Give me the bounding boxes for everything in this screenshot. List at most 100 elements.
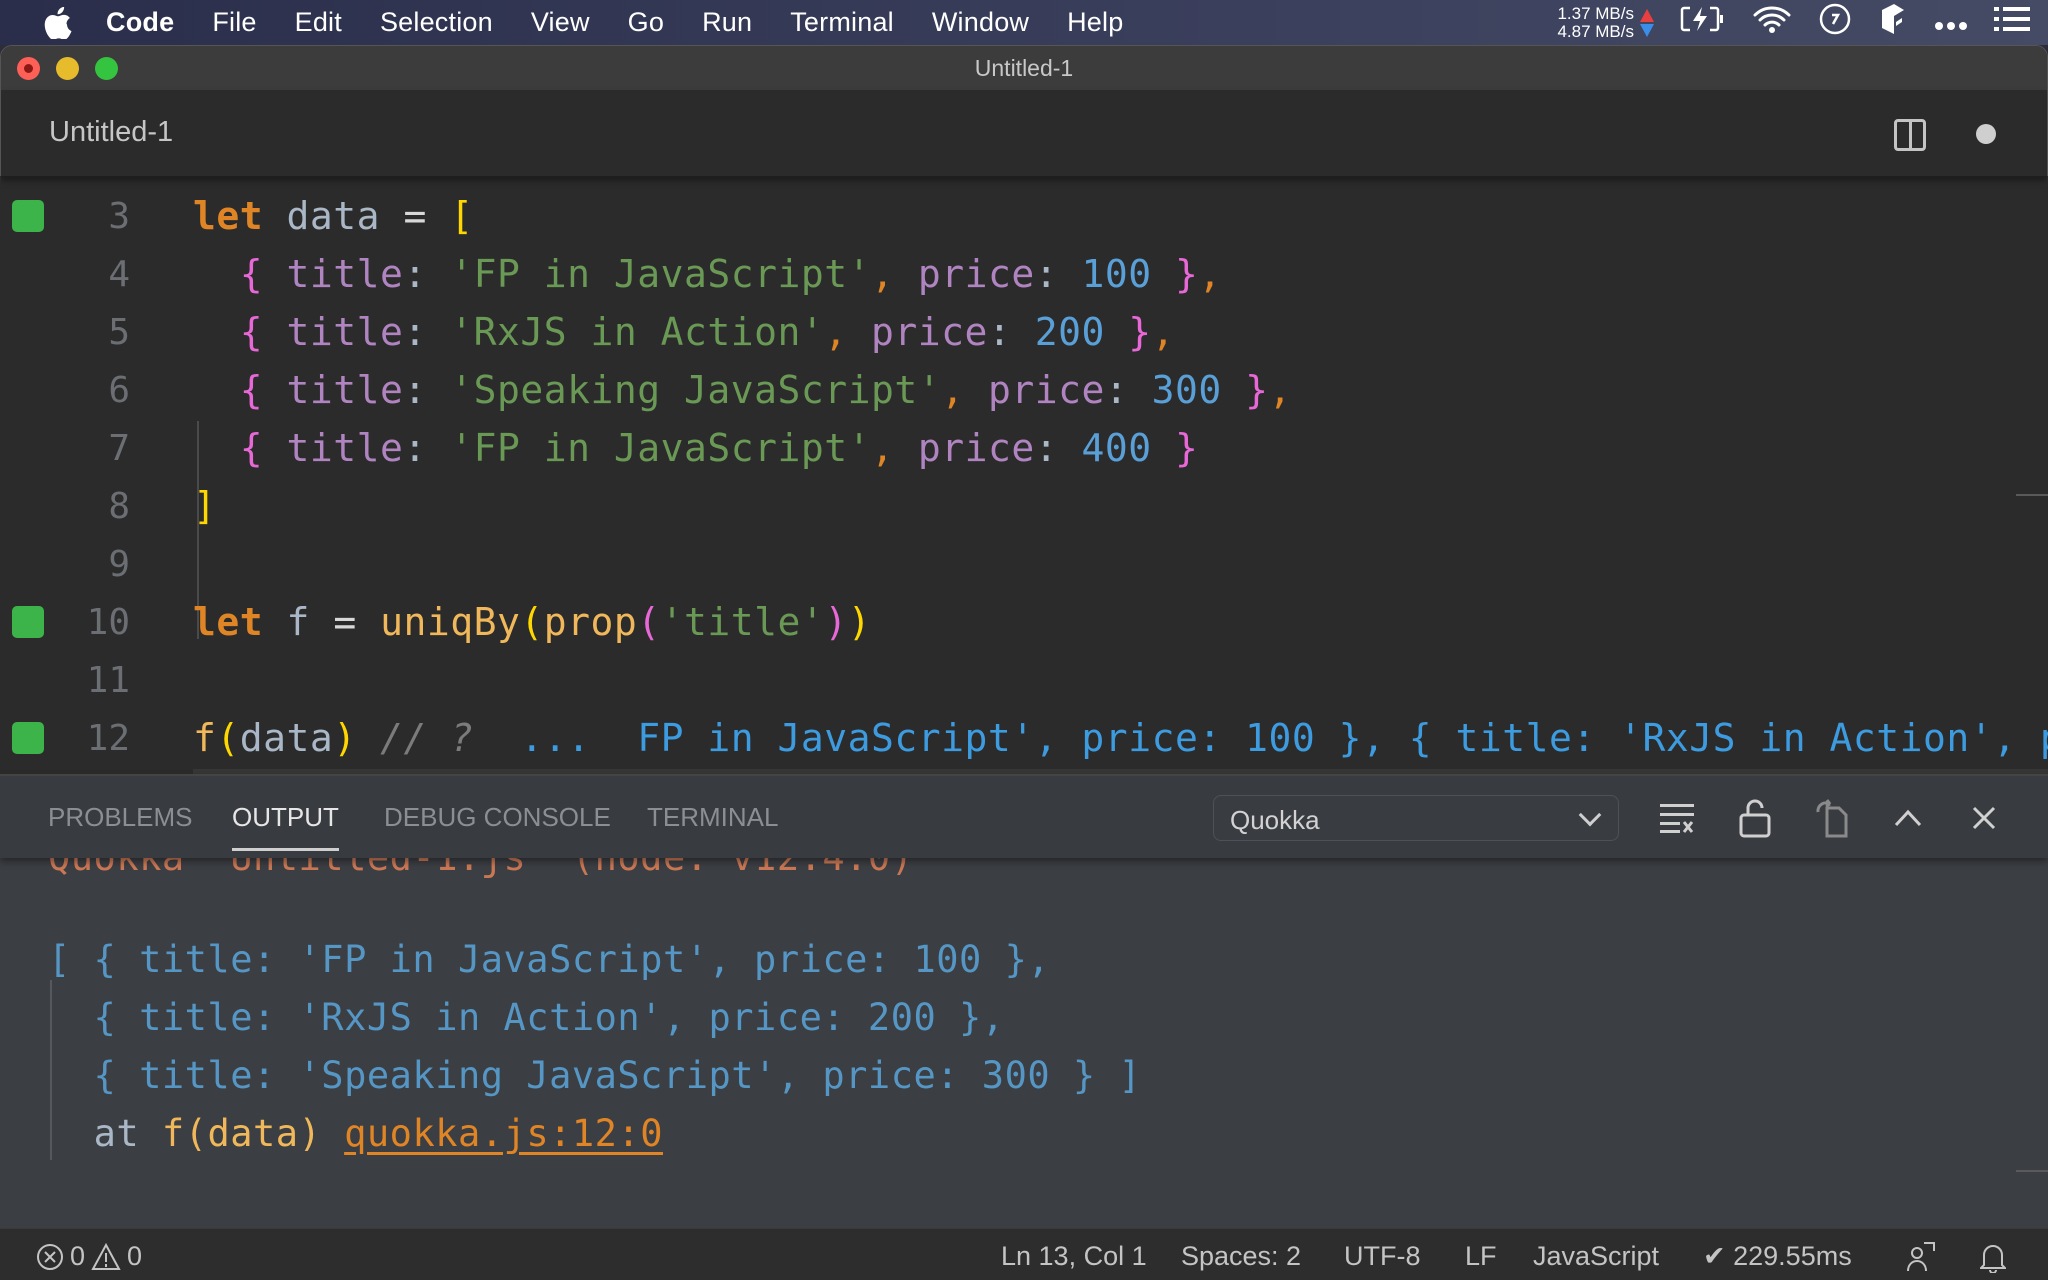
menu-edit[interactable]: Edit	[295, 7, 342, 38]
code-line: 9	[0, 535, 2048, 593]
warning-count: 0	[127, 1241, 143, 1271]
code-line: 6 { title: 'Speaking JavaScript', price:…	[0, 361, 2048, 419]
window-title: Untitled-1	[974, 54, 1074, 81]
code-line: 12 f(data) // ? ... FP in JavaScript', p…	[0, 709, 2048, 767]
close-window-button[interactable]	[17, 57, 40, 80]
code-text: ]	[193, 484, 217, 528]
zoom-window-button[interactable]	[95, 57, 118, 80]
code-text: f(data) // ? ... FP in JavaScript', pric…	[193, 716, 2048, 760]
output-header-line: Quokka 'Untitled-1.js' (node: v12.4.0)	[48, 858, 913, 879]
chevron-down-icon	[1578, 803, 1602, 827]
language-mode[interactable]: JavaScript	[1533, 1241, 1659, 1272]
code-line: 3 let data = [	[0, 187, 2048, 245]
notifications-bell-icon[interactable]	[1980, 1241, 2006, 1273]
menu-help[interactable]: Help	[1067, 7, 1123, 38]
code-text: { title: 'Speaking JavaScript', price: 3…	[239, 368, 1292, 412]
line-number: 4	[108, 253, 130, 295]
net-download-speed: 4.87 MB/s	[1557, 21, 1634, 41]
menu-terminal[interactable]: Terminal	[790, 7, 894, 38]
indentation-setting[interactable]: Spaces: 2	[1181, 1241, 1301, 1272]
editor-tab-untitled-1[interactable]: Untitled-1	[49, 116, 173, 149]
quokka-coverage-marker	[12, 722, 44, 754]
app-tray-icon[interactable]	[1878, 2, 1908, 43]
line-number: 10	[86, 601, 130, 643]
menu-bar-tray: 1.37 MB/s 4.87 MB/s	[1557, 0, 2030, 45]
tab-debug-console[interactable]: DEBUG CONSOLE	[384, 802, 611, 833]
menu-selection[interactable]: Selection	[380, 7, 493, 38]
menu-view[interactable]: View	[531, 7, 590, 38]
end-of-line[interactable]: LF	[1465, 1241, 1497, 1272]
code-line: 11	[0, 651, 2048, 709]
apple-icon[interactable]	[40, 5, 76, 41]
menu-window[interactable]: Window	[932, 7, 1029, 38]
code-text: let f = uniqBy(prop('title'))	[193, 600, 872, 644]
warning-icon	[91, 1242, 121, 1270]
code-text: { title: 'RxJS in Action', price: 200 },	[239, 310, 1176, 354]
output-overview-ruler-mark	[2016, 1170, 2048, 1172]
output-channel-value: Quokka	[1230, 805, 1320, 835]
lock-scroll-icon[interactable]	[1735, 798, 1775, 838]
upload-arrow-icon	[1640, 8, 1654, 22]
code-line: 8 ]	[0, 477, 2048, 535]
panel-header: PROBLEMS OUTPUT DEBUG CONSOLE TERMINAL Q…	[0, 774, 2048, 858]
file-encoding[interactable]: UTF-8	[1344, 1241, 1421, 1272]
code-text: { title: 'FP in JavaScript', price: 100 …	[239, 252, 1222, 296]
output-line: [ { title: 'FP in JavaScript', price: 10…	[48, 938, 1051, 981]
output-channel-select[interactable]: Quokka	[1213, 795, 1619, 841]
more-icon[interactable]	[1934, 7, 1968, 38]
line-number: 11	[86, 659, 130, 701]
problems-status[interactable]: 0 0	[36, 1241, 142, 1272]
error-count: 0	[70, 1241, 86, 1271]
unsaved-dot-icon[interactable]	[1976, 124, 1996, 144]
macos-menu-bar: Code File Edit Selection View Go Run Ter…	[0, 0, 2048, 45]
quokka-inline-result: ... FP in JavaScript', price: 100 }, { t…	[496, 716, 2048, 760]
tab-terminal[interactable]: TERMINAL	[647, 802, 778, 833]
code-line: 10 let f = uniqBy(prop('title'))	[0, 593, 2048, 651]
battery-charging-icon[interactable]	[1680, 4, 1726, 41]
line-number: 9	[108, 543, 130, 585]
clear-output-icon[interactable]	[1657, 798, 1697, 838]
tab-problems[interactable]: PROBLEMS	[48, 802, 193, 833]
menu-go[interactable]: Go	[628, 7, 664, 38]
net-upload-speed: 1.37 MB/s	[1557, 3, 1634, 23]
window-controls	[17, 57, 118, 80]
network-speed-monitor[interactable]: 1.37 MB/s 4.87 MB/s	[1557, 3, 1654, 41]
error-icon	[37, 1243, 63, 1270]
window-titlebar: Untitled-1	[1, 46, 2047, 90]
menu-file[interactable]: File	[212, 7, 256, 38]
output-line: { title: 'RxJS in Action', price: 200 },	[48, 996, 1005, 1039]
line-number: 6	[108, 369, 130, 411]
menu-run[interactable]: Run	[702, 7, 752, 38]
code-line: 4 { title: 'FP in JavaScript', price: 10…	[0, 245, 2048, 303]
code-text: let data = [	[193, 194, 474, 238]
clock-icon[interactable]	[1818, 2, 1852, 43]
tab-output[interactable]: OUTPUT	[232, 802, 339, 851]
notification-list-icon[interactable]	[1994, 6, 2030, 39]
download-arrow-icon	[1640, 23, 1654, 37]
line-number: 7	[108, 427, 130, 469]
live-share-icon[interactable]	[1906, 1241, 1936, 1273]
status-bar: 0 0 Ln 13, Col 1 Spaces: 2 UTF-8 LF Java…	[0, 1228, 2048, 1280]
quokka-timing[interactable]: ✔ 229.55ms	[1703, 1241, 1852, 1272]
open-log-file-icon[interactable]	[1812, 798, 1852, 838]
close-panel-icon[interactable]	[1964, 798, 2004, 838]
output-panel[interactable]: Quokka 'Untitled-1.js' (node: v12.4.0) […	[0, 858, 2048, 1228]
split-editor-icon[interactable]	[1894, 119, 1926, 151]
editor-overview-ruler-mark	[2016, 494, 2048, 496]
code-editor[interactable]: 3 let data = [ 4 { title: 'FP in JavaScr…	[0, 176, 2048, 774]
editor-tab-bar: Untitled-1	[1, 90, 2047, 177]
source-location-link[interactable]: quokka.js:12:0	[344, 1112, 663, 1155]
wifi-icon[interactable]	[1752, 4, 1792, 41]
minimize-window-button[interactable]	[56, 57, 79, 80]
cursor-position[interactable]: Ln 13, Col 1	[1001, 1241, 1147, 1272]
line-number: 12	[86, 717, 130, 759]
code-text: { title: 'FP in JavaScript', price: 400 …	[239, 426, 1199, 470]
quokka-coverage-marker	[12, 200, 44, 232]
line-number: 5	[108, 311, 130, 353]
code-line: 7 { title: 'FP in JavaScript', price: 40…	[0, 419, 2048, 477]
output-line: { title: 'Speaking JavaScript', price: 3…	[48, 1054, 1142, 1097]
maximize-panel-icon[interactable]	[1888, 798, 1928, 838]
menu-app-code[interactable]: Code	[106, 7, 174, 38]
line-number: 3	[108, 195, 130, 237]
line-number: 8	[108, 485, 130, 527]
